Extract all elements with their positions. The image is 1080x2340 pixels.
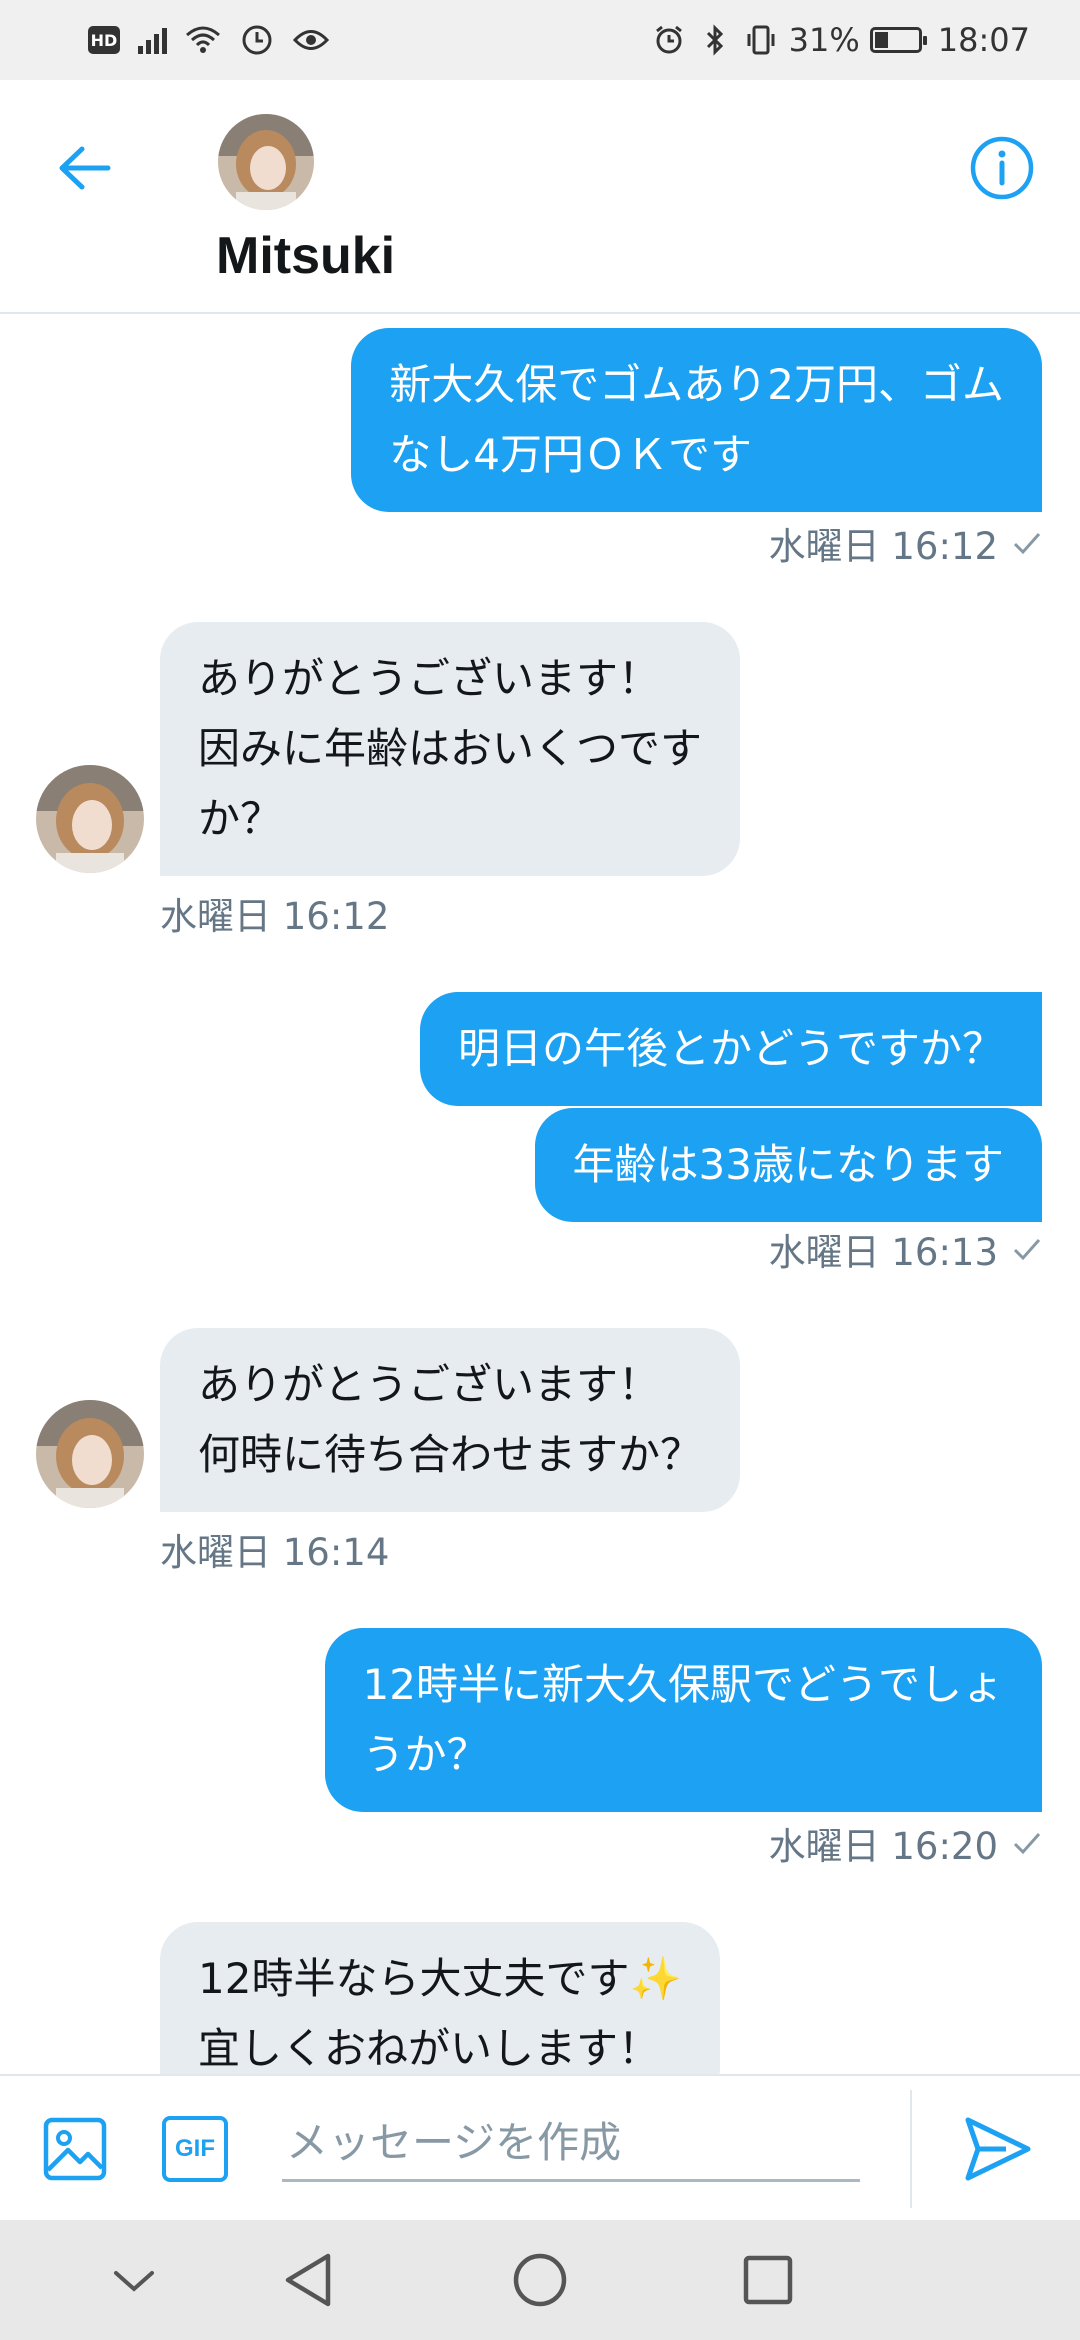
arrow-left-icon: [59, 146, 111, 190]
message-bubble-incoming[interactable]: 12時半なら大丈夫です✨ 宜しくおねがいします！: [160, 1922, 720, 2074]
avatar-image: [218, 114, 314, 210]
message-input[interactable]: [282, 2106, 860, 2182]
message-composer: GIF: [0, 2074, 1080, 2220]
square-recents-icon: [743, 2255, 793, 2305]
avatar[interactable]: [218, 114, 314, 210]
message-meta: 水曜日 16:14: [160, 1522, 389, 1576]
message-timestamp: 水曜日 16:13: [768, 1231, 998, 1274]
eye-icon: [293, 22, 329, 58]
alarm-icon: [651, 22, 687, 58]
message-timestamp: 水曜日 16:14: [160, 1531, 390, 1574]
hd-badge: HD: [88, 26, 120, 54]
status-right-icons: 31% 18:07: [651, 18, 1030, 62]
nav-collapse-button[interactable]: [98, 2244, 170, 2316]
message-timestamp: 水曜日 16:12: [768, 525, 998, 568]
info-button[interactable]: [962, 128, 1042, 208]
read-check-icon: [1013, 533, 1041, 555]
back-button[interactable]: [48, 132, 120, 204]
gif-button[interactable]: GIF: [162, 2116, 228, 2182]
vibrate-icon: [743, 22, 779, 58]
battery-icon: [869, 27, 927, 53]
avatar-image: [36, 765, 144, 873]
message-bubble-incoming[interactable]: ありがとうございます！ 何時に待ち合わせますか？: [160, 1328, 741, 1512]
message-bubble-outgoing[interactable]: 明日の午後とかどうですか？: [419, 992, 1042, 1106]
read-check-icon: [1013, 1833, 1041, 1855]
system-nav-bar: [0, 2220, 1080, 2340]
bluetooth-icon: [697, 22, 733, 58]
avatar-image: [36, 1400, 144, 1508]
conversation-header: Mitsuki: [0, 80, 1080, 314]
message-bubble-outgoing[interactable]: 年齢は33歳になります: [534, 1108, 1042, 1222]
message-meta: 水曜日 16:12: [160, 886, 389, 940]
message-bubble-incoming[interactable]: ありがとうございます！ 因みに年齢はおいくつです か？: [160, 622, 741, 876]
signal-icon: [138, 26, 167, 54]
info-icon: [970, 136, 1034, 200]
message-meta: 水曜日 16:20: [769, 1816, 1042, 1870]
nav-recents-button[interactable]: [732, 2244, 804, 2316]
message-bubble-outgoing[interactable]: 新大久保でゴムあり2万円、ゴム なし4万円ＯＫです: [351, 328, 1042, 512]
status-bar: HD 31% 18:07: [0, 0, 1080, 80]
battery-level: [874, 32, 888, 48]
sender-avatar[interactable]: [36, 765, 144, 873]
status-left-icons: HD: [88, 18, 329, 62]
chevron-down-icon: [114, 2271, 154, 2292]
message-meta: 水曜日 16:12: [769, 516, 1042, 570]
read-check-icon: [1013, 1239, 1041, 1261]
battery-percent: 31%: [788, 21, 860, 59]
send-icon: [965, 2117, 1031, 2181]
conversation-name[interactable]: Mitsuki: [216, 226, 395, 286]
nav-home-button[interactable]: [504, 2244, 576, 2316]
message-timestamp: 水曜日 16:20: [768, 1825, 998, 1868]
add-image-button[interactable]: [42, 2116, 108, 2182]
circle-home-icon: [513, 2253, 567, 2307]
nav-back-button[interactable]: [272, 2244, 344, 2316]
composer-divider: [910, 2090, 912, 2208]
sender-avatar[interactable]: [36, 1400, 144, 1508]
send-button[interactable]: [960, 2112, 1034, 2186]
triangle-back-icon: [285, 2253, 331, 2307]
message-list[interactable]: 新大久保でゴムあり2万円、ゴム なし4万円ＯＫです 水曜日 16:12 ありがと…: [0, 316, 1080, 2074]
image-icon: [43, 2117, 107, 2181]
message-bubble-outgoing[interactable]: 12時半に新大久保駅でどうでしょ うか？: [324, 1628, 1042, 1812]
message-meta: 水曜日 16:13: [769, 1222, 1042, 1276]
status-time: 18:07: [937, 21, 1030, 59]
wifi-icon: [185, 22, 221, 58]
data-saver-icon: [239, 22, 275, 58]
message-timestamp: 水曜日 16:12: [160, 895, 390, 938]
